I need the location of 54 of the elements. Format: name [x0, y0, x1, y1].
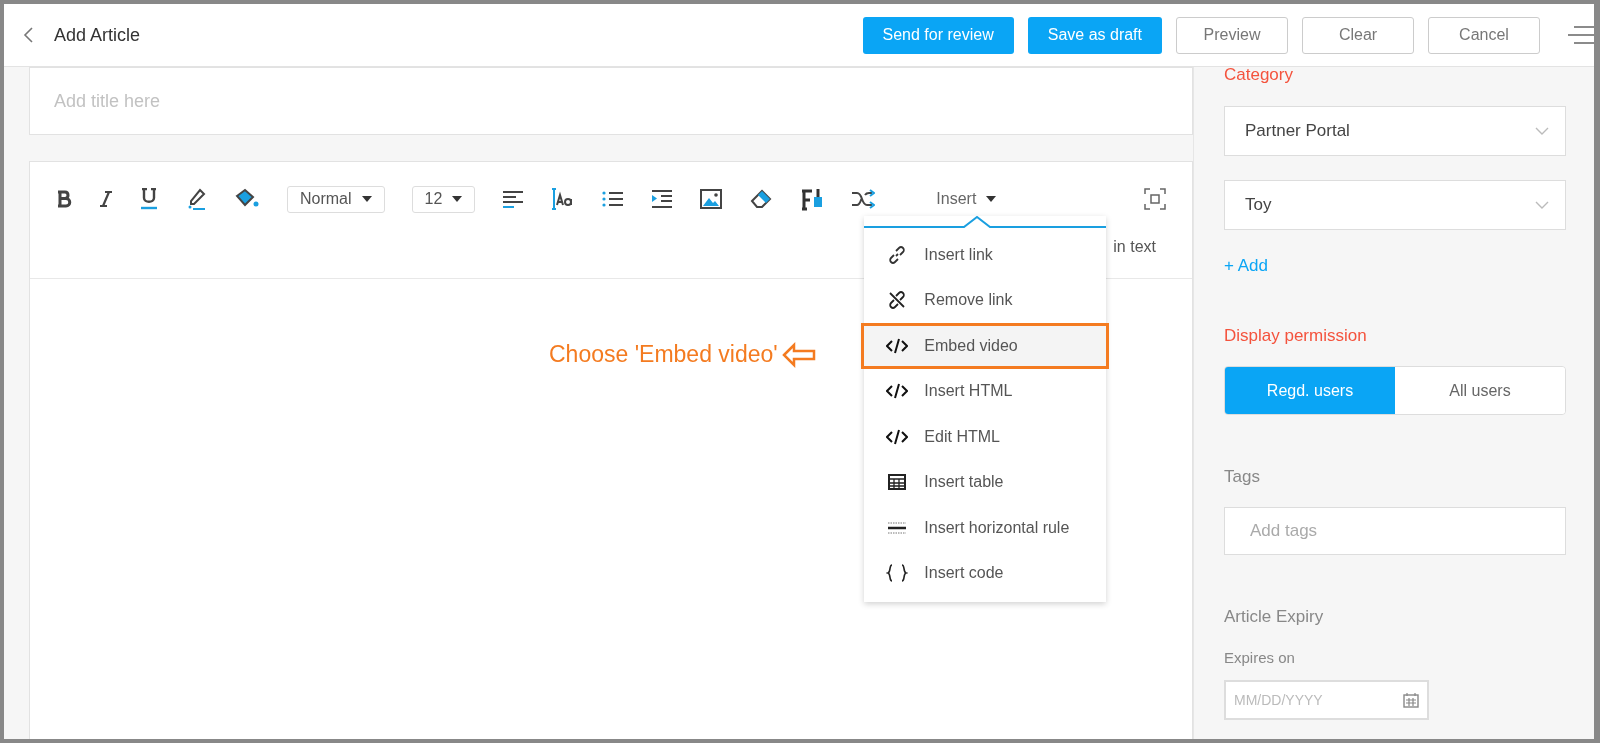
code-icon [886, 337, 909, 354]
style-select[interactable]: Normal [287, 185, 385, 213]
bullet-list-icon[interactable] [602, 190, 625, 208]
code-icon [886, 383, 909, 400]
page-title: Add Article [54, 24, 141, 46]
eraser-icon[interactable] [749, 188, 774, 210]
italic-icon[interactable] [99, 190, 113, 208]
caret-icon [452, 196, 463, 202]
section-label: Tags [1224, 467, 1261, 487]
image-icon[interactable] [700, 189, 723, 209]
indent-icon[interactable] [651, 190, 674, 208]
shuffle-icon[interactable] [851, 189, 876, 209]
section-label: Category [1224, 65, 1294, 85]
title-field[interactable]: Add title here [29, 67, 1193, 135]
bold-icon[interactable] [56, 190, 72, 208]
secondary-button[interactable]: Cancel [1428, 16, 1540, 54]
menu-item[interactable]: Insert link [864, 232, 1107, 278]
code-icon [886, 428, 909, 445]
date-field[interactable]: MM/DD/YYYY [1224, 680, 1429, 720]
back-icon[interactable] [22, 26, 34, 44]
chevron-icon [1535, 127, 1549, 135]
caret-icon [361, 196, 372, 202]
secondary-button[interactable]: Preview [1176, 16, 1288, 54]
section-label: Display permission [1224, 326, 1368, 346]
secondary-button[interactable]: Clear [1302, 16, 1414, 54]
menu-item[interactable]: Embed video [861, 323, 1110, 369]
braces-icon [886, 564, 909, 583]
menu-item[interactable]: Insert HTML [864, 368, 1107, 414]
table-icon [886, 474, 909, 491]
fullscreen-icon[interactable] [1144, 188, 1166, 210]
menu-item[interactable]: Insert horizontal rule [864, 505, 1107, 551]
menu-icon[interactable] [1568, 25, 1594, 45]
format-painter-icon[interactable] [800, 187, 825, 211]
underline-icon[interactable] [140, 188, 158, 210]
horizontal-rule-icon [886, 521, 909, 534]
arrow-icon [781, 341, 816, 368]
size-select[interactable]: 12 [411, 185, 476, 213]
menu-item[interactable]: Edit HTML [864, 414, 1107, 460]
caret-icon [986, 196, 997, 202]
permission-toggle[interactable]: All users [1395, 367, 1565, 414]
menu-item[interactable]: Remove link [864, 277, 1107, 323]
calendar-icon [1403, 692, 1419, 708]
tags-field[interactable]: Add tags [1224, 507, 1566, 555]
editor-text: in text [1113, 238, 1156, 256]
insert-menu-button[interactable]: Insert [926, 190, 1007, 208]
field-label: Expires on [1224, 649, 1296, 666]
menu-item[interactable]: Insert code [864, 550, 1107, 596]
chevron-icon [1535, 201, 1549, 209]
category-select[interactable]: Toy [1224, 180, 1566, 230]
align-left-icon[interactable] [502, 190, 525, 208]
category-select[interactable]: Partner Portal [1224, 106, 1566, 156]
annotation-text: Choose 'Embed video' [549, 341, 778, 368]
section-label: Article Expiry [1224, 607, 1325, 627]
menu-item[interactable]: Insert table [864, 459, 1107, 505]
